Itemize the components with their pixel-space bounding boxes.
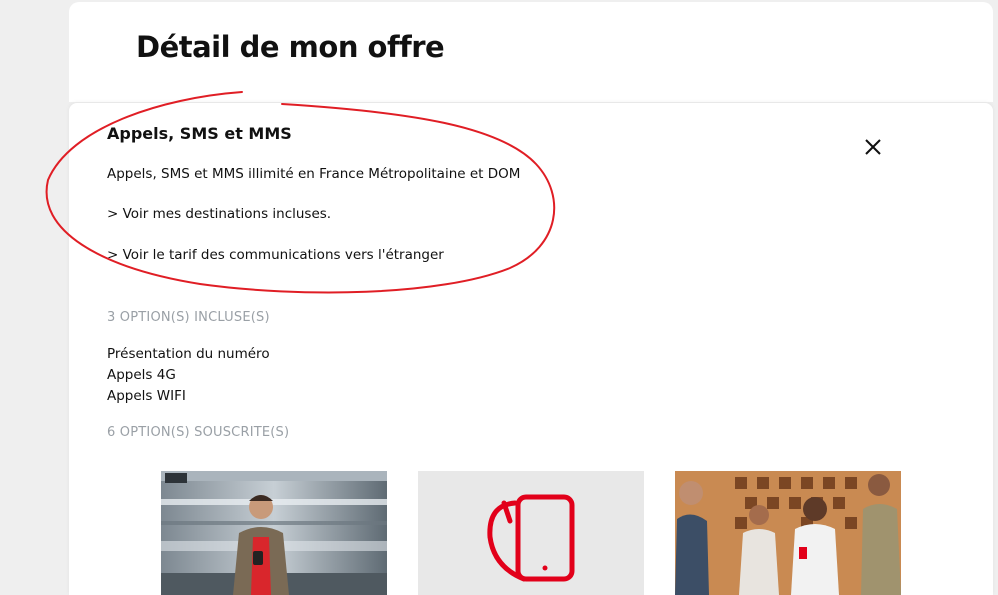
included-options-heading: 3 OPTION(S) INCLUSE(S)	[107, 310, 270, 325]
included-option-item: Appels 4G	[107, 367, 176, 383]
group-with-phones-photo	[675, 471, 901, 595]
page-title: Détail de mon offre	[136, 30, 445, 64]
option-card-image[interactable]	[161, 471, 387, 595]
included-option-item: Présentation du numéro	[107, 346, 270, 362]
option-card-image[interactable]	[418, 471, 644, 595]
close-icon	[865, 139, 881, 155]
international-rates-link[interactable]: > Voir le tarif des communications vers …	[107, 247, 444, 263]
destinations-link[interactable]: > Voir mes destinations incluses.	[107, 206, 331, 222]
man-on-train-platform-photo	[161, 471, 387, 595]
phone-call-icon	[487, 494, 575, 582]
option-card-image[interactable]	[675, 471, 901, 595]
section-title: Appels, SMS et MMS	[107, 124, 292, 143]
subscribed-options-heading: 6 OPTION(S) SOUSCRITE(S)	[107, 425, 290, 440]
included-option-item: Appels WIFI	[107, 388, 186, 404]
section-description: Appels, SMS et MMS illimité en France Mé…	[107, 166, 521, 182]
close-button[interactable]	[860, 134, 886, 160]
